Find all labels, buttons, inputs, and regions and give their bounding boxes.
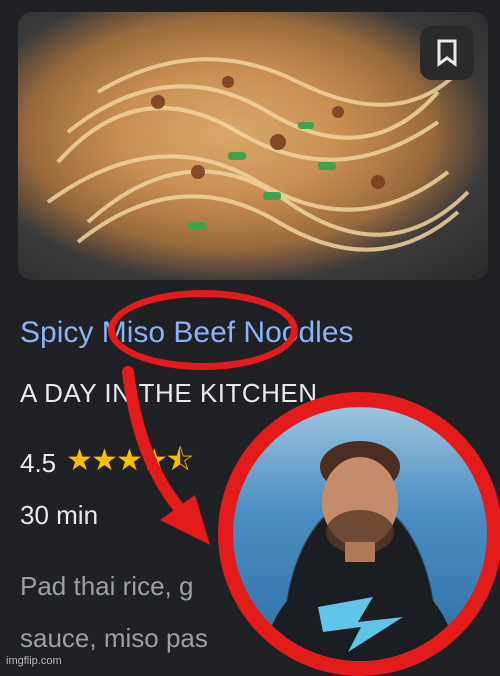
rating-value: 4.5: [20, 448, 57, 478]
star-rating-icon: ★★★★⯪: [66, 444, 194, 477]
bookmark-icon: [437, 39, 457, 67]
noodles-illustration: [46, 57, 470, 252]
bookmark-button[interactable]: [420, 26, 474, 80]
watermark: imgflip.com: [6, 655, 62, 667]
recipe-image[interactable]: [18, 12, 488, 280]
title-prefix: Spicy: [20, 316, 102, 349]
highlight-circle: [108, 290, 298, 370]
person-avatar: [263, 441, 457, 661]
rating-row: 4.5 ★★★★⯪: [20, 438, 194, 489]
recipe-source: A DAY IN THE KITCHEN: [20, 378, 318, 408]
cook-time: 30 min: [20, 500, 99, 530]
person-photo-circle: [218, 392, 500, 676]
